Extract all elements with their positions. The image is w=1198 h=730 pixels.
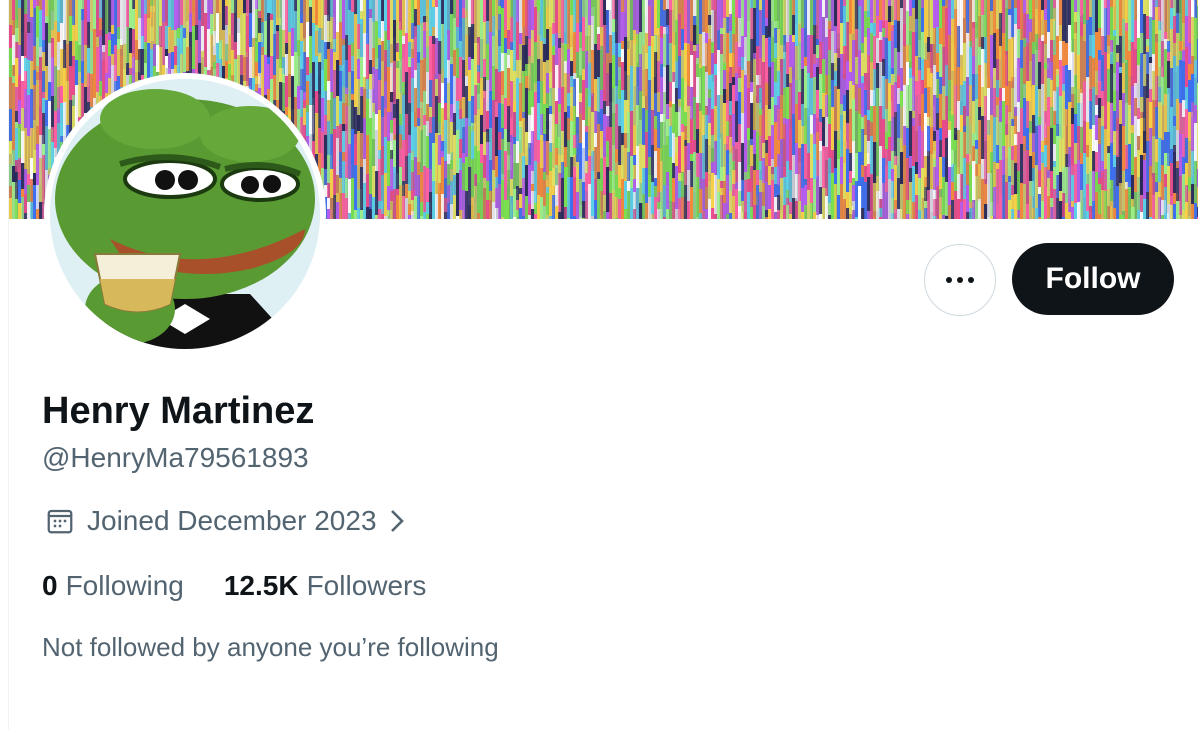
mutual-followers-note: Not followed by anyone you’re following: [42, 632, 499, 662]
followers-link[interactable]: 12.5K Followers: [224, 570, 427, 602]
followers-label: Followers: [306, 570, 427, 601]
following-label: Following: [65, 570, 184, 601]
display-name: Henry Martinez: [42, 390, 315, 432]
chevron-right-icon: [387, 508, 407, 534]
following-link[interactable]: 0 Following: [42, 570, 184, 602]
avatar[interactable]: [44, 73, 326, 355]
joined-date[interactable]: Joined December 2023: [45, 505, 407, 537]
frog-avatar-image: [50, 79, 320, 349]
ellipsis-icon: [946, 277, 974, 283]
follow-stats: 0 Following 12.5K Followers: [42, 570, 426, 602]
profile-page: Follow Henry Martinez @HenryMa79561893 J…: [8, 0, 1198, 730]
calendar-icon: [45, 506, 75, 536]
joined-text: Joined December 2023: [87, 505, 377, 536]
follow-button[interactable]: Follow: [1012, 243, 1174, 315]
following-count: 0: [42, 570, 58, 601]
more-options-button[interactable]: [924, 244, 996, 316]
user-handle: @HenryMa79561893: [42, 442, 309, 473]
followers-count: 12.5K: [223, 570, 299, 601]
